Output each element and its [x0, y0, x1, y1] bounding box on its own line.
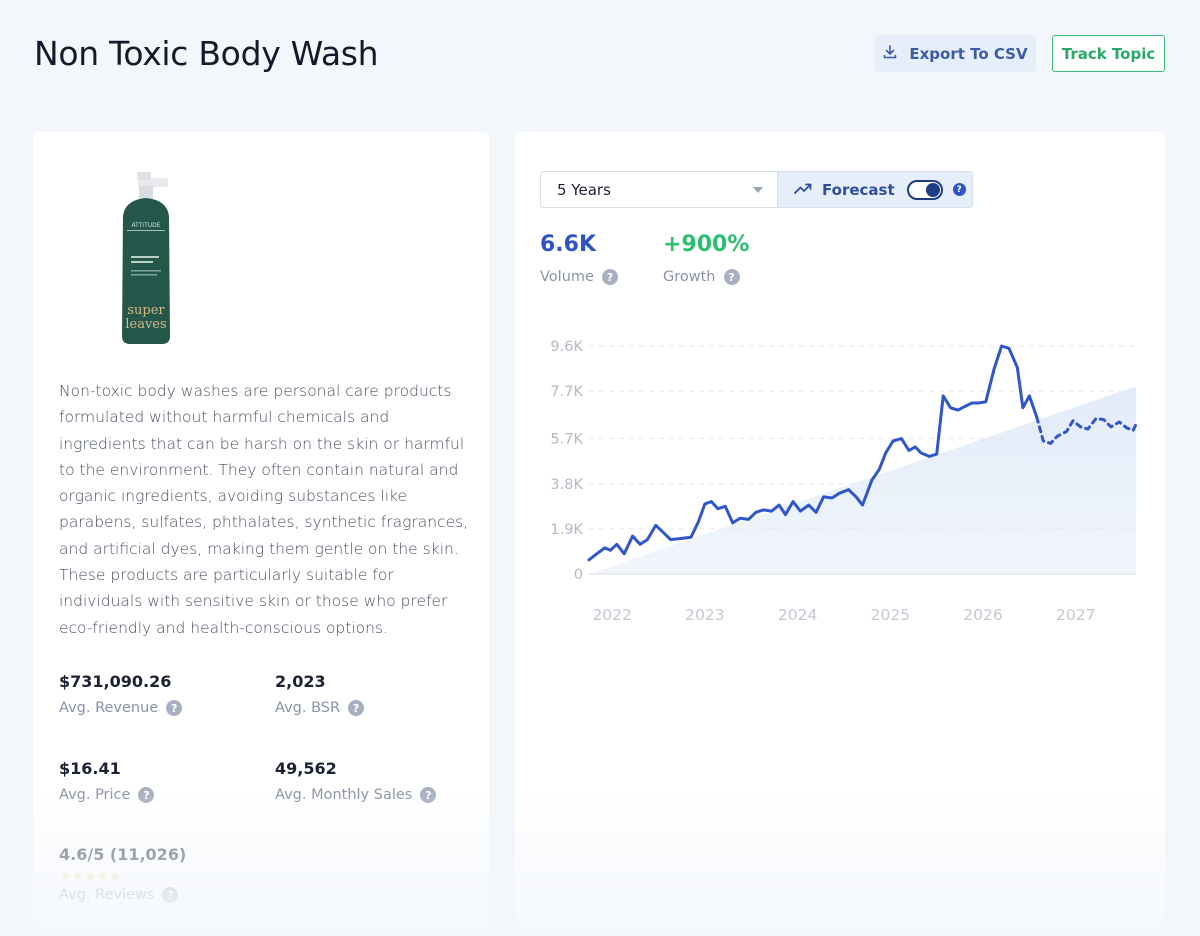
question-circle-icon[interactable]: ?	[348, 700, 365, 716]
x-tick-label: 2026	[963, 606, 1002, 624]
avg-reviews-label: Avg. Reviews	[59, 887, 155, 903]
question-circle-icon[interactable]: ?	[723, 269, 740, 285]
x-tick-label: 2027	[1056, 606, 1095, 624]
track-topic-label: Track Topic	[1061, 44, 1156, 63]
forecast-label: Forecast	[822, 180, 895, 199]
growth-value: +900%	[663, 232, 750, 257]
volume-stat: 6.6K Volume ?	[540, 232, 618, 285]
avg-revenue-label: Avg. Revenue	[59, 700, 159, 716]
product-description: Non-toxic body washes are personal care …	[59, 382, 469, 637]
bottle-brand: ATTITUDE	[131, 222, 160, 229]
question-circle-icon[interactable]: ?	[601, 269, 618, 285]
time-range-value: 5 Years	[557, 180, 611, 199]
bottle-line1: super	[127, 303, 165, 318]
y-tick-label: 7.7K	[550, 384, 583, 400]
page-title: Non Toxic Body Wash	[34, 34, 379, 73]
bottle-line2: leaves	[125, 317, 166, 332]
trend-up-icon	[794, 181, 812, 199]
question-circle-icon[interactable]: ?	[166, 700, 183, 716]
toggle-knob	[925, 182, 940, 197]
avg-monthly-sales-label: Avg. Monthly Sales	[275, 787, 413, 803]
product-image: ATTITUDE super leaves	[111, 170, 181, 348]
avg-reviews-metric: 4.6/5 (11,026) ★★★★★ Avg. Reviews ?	[59, 845, 186, 903]
track-topic-button[interactable]: Track Topic	[1052, 35, 1165, 72]
export-csv-button[interactable]: Export To CSV	[875, 35, 1036, 72]
avg-price-label: Avg. Price	[59, 787, 131, 803]
star-rating: ★★★★★	[59, 868, 122, 884]
trend-area	[589, 386, 1136, 574]
x-tick-label: 2022	[592, 606, 631, 624]
volume-label: Volume	[540, 269, 594, 285]
question-circle-icon[interactable]: ?	[420, 787, 437, 803]
forecast-toggle[interactable]	[906, 179, 943, 200]
trend-chart: 0 1.9K 3.8K 5.7K 7.7K 9.6K 2022 2023 2024 2025 202…	[550, 339, 1138, 624]
question-circle-icon[interactable]: ?	[138, 787, 155, 803]
avg-reviews-value: 4.6/5 (11,026)	[59, 845, 187, 864]
download-icon	[883, 44, 897, 63]
volume-value: 6.6K	[540, 232, 597, 257]
avg-bsr-value: 2,023	[275, 672, 326, 691]
avg-bsr-metric: 2,023 Avg. BSR ?	[275, 672, 365, 716]
scroll-fade	[515, 786, 1165, 936]
time-range-dropdown[interactable]: 5 Years	[540, 171, 778, 208]
x-tick-label: 2023	[685, 606, 724, 624]
trend-card: 5 Years Forecast ? 6.6K Volume ? +900% G…	[515, 132, 1165, 936]
question-circle-icon[interactable]: ?	[952, 183, 966, 196]
avg-monthly-sales-metric: 49,562 Avg. Monthly Sales ?	[275, 759, 437, 803]
x-tick-label: 2024	[778, 606, 817, 624]
y-tick-label: 9.6K	[550, 339, 583, 355]
avg-monthly-sales-value: 49,562	[275, 759, 337, 778]
product-card: ATTITUDE super leaves Non-toxic body was…	[33, 132, 489, 936]
avg-bsr-label: Avg. BSR	[275, 700, 341, 716]
avg-revenue-value: $731,090.26	[59, 672, 172, 691]
export-csv-label: Export To CSV	[909, 44, 1028, 63]
y-tick-label: 1.9K	[550, 522, 583, 538]
y-tick-label: 3.8K	[550, 477, 583, 493]
forecast-control: Forecast ?	[778, 171, 973, 208]
avg-price-value: $16.41	[59, 759, 121, 778]
question-circle-icon[interactable]: ?	[162, 887, 179, 903]
y-tick-label: 0	[574, 567, 583, 583]
avg-price-metric: $16.41 Avg. Price ?	[59, 759, 155, 803]
avg-revenue-metric: $731,090.26 Avg. Revenue ?	[59, 672, 183, 716]
caret-down-icon	[753, 187, 763, 193]
growth-stat: +900% Growth ?	[663, 232, 749, 285]
growth-label: Growth	[663, 269, 716, 285]
y-tick-label: 5.7K	[550, 432, 583, 448]
x-tick-label: 2025	[871, 606, 910, 624]
